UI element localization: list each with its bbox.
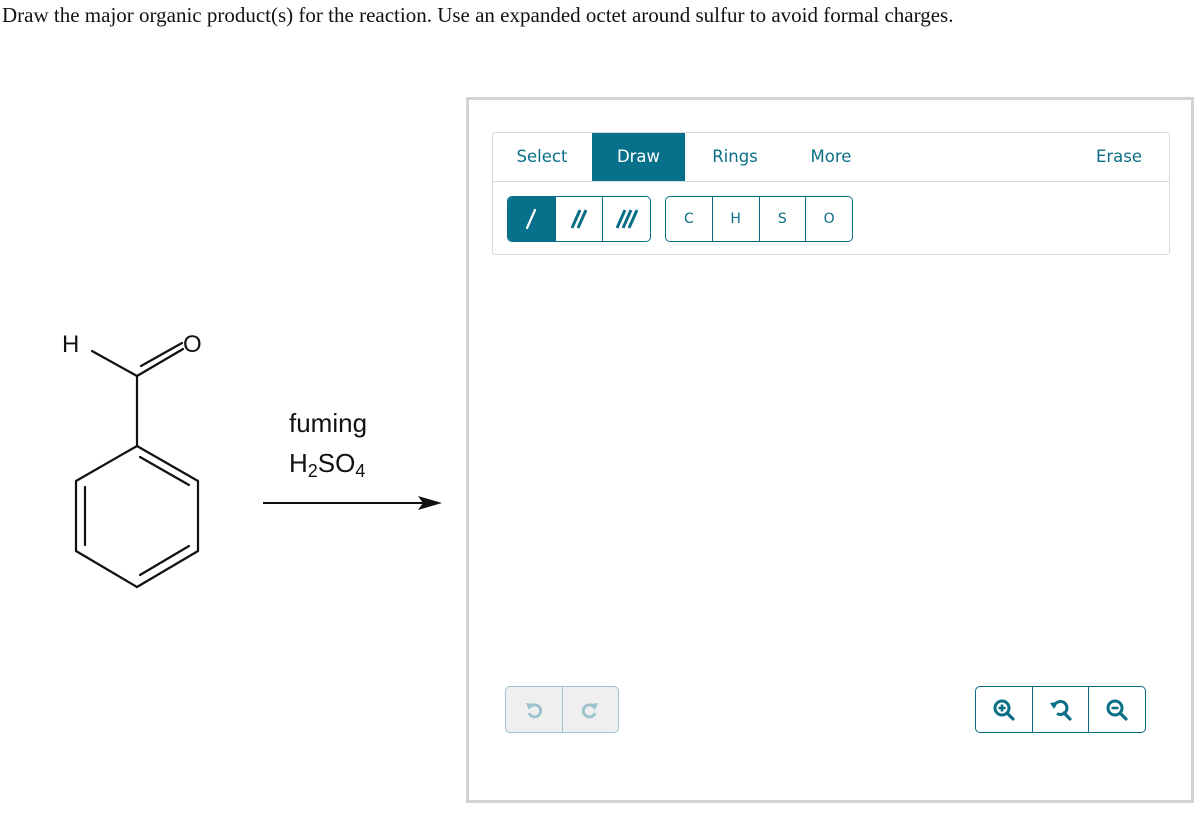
reagent-fuming: fuming [289,408,368,438]
zoom-out-icon [1106,699,1128,721]
atom-tools: C H S O [665,196,853,242]
toolbar-tabs: Select Draw Rings More Erase [493,133,1169,182]
redo-button[interactable] [561,687,619,732]
zoom-in-button[interactable] [976,687,1032,732]
reagent-so: SO [317,448,356,478]
reagent-h: H [289,448,308,478]
ring-bond [135,444,200,483]
tab-select[interactable]: Select [493,133,591,181]
reagent-h-subscript: 2 [307,461,318,481]
triple-bond-button[interactable] [602,197,650,241]
single-bond-button[interactable] [508,197,555,241]
atom-label-oxygen: O [183,331,202,358]
reset-zoom-icon [1049,699,1072,721]
tab-more[interactable]: More [783,133,879,181]
atom-carbon-button[interactable]: C [666,197,712,241]
reset-zoom-button[interactable] [1031,687,1089,732]
tab-rings[interactable]: Rings [687,133,783,181]
single-bond-icon [526,208,537,230]
zoom-controls [975,686,1146,733]
atom-sulfur-button[interactable]: S [758,197,806,241]
zoom-in-icon [993,699,1015,721]
ring-bond [74,444,139,483]
zoom-out-button[interactable] [1088,687,1145,732]
triple-bond-icon [615,209,639,229]
atom-label-hydrogen: H [62,331,79,358]
ring-bond [135,549,200,589]
atom-hydrogen-button[interactable]: H [711,197,759,241]
undo-button[interactable] [506,687,562,732]
reactant-structure: H O [62,331,442,589]
history-controls [505,686,619,733]
bond-c-o [135,347,185,378]
atom-oxygen-button[interactable]: O [805,197,852,241]
ring-bond [74,549,139,589]
tab-draw[interactable]: Draw [592,133,685,181]
bond-h-c [90,349,139,378]
editor-toolbar: Select Draw Rings More Erase C H S O [492,132,1170,255]
reaction-scheme: H O fuming H2SO4 [0,0,460,818]
reagent-sulfuric-acid: H2SO4 [289,448,366,481]
double-bond-button[interactable] [554,197,603,241]
erase-button[interactable]: Erase [1069,133,1169,181]
reagent-o-subscript: 4 [355,461,366,481]
redo-icon [582,702,599,718]
reaction-arrow [263,496,442,510]
undo-icon [525,702,542,718]
double-bond-icon [570,209,588,229]
bond-tools [507,196,651,242]
